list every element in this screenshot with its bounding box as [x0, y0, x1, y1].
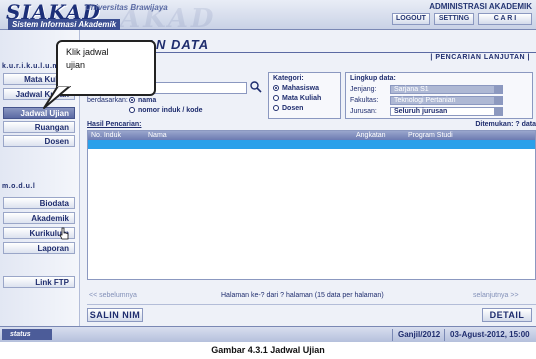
radio-nama-label: nama — [138, 97, 157, 104]
status-label: status — [2, 329, 52, 340]
jenjang-value: Sarjana S1 — [394, 86, 429, 93]
sidebar-item-ruangan[interactable]: Ruangan — [3, 121, 75, 133]
search-by-label: berdasarkan: — [87, 97, 128, 104]
logo-subtitle: Sistem Informasi Akademik — [8, 19, 121, 30]
kategori-box: Kategori: Mahasiswa Mata Kuliah Dosen — [268, 72, 341, 119]
app-header: AKAD SIAKAD Universitas Brawijaya Sistem… — [0, 0, 536, 34]
results-count: Ditemukan: ? data — [475, 121, 536, 128]
lingkup-data-box: Lingkup data: Jenjang: Sarjana S1 Fakult… — [345, 72, 533, 119]
status-divider — [392, 329, 393, 341]
salin-nim-button[interactable]: SALIN NIM — [87, 308, 143, 322]
fakultas-select[interactable]: Teknologi Pertanian — [390, 96, 503, 105]
radio-mata-kuliah[interactable]: Mata Kuliah — [273, 95, 321, 102]
search-icon[interactable] — [249, 80, 263, 94]
sidebar-item-laporan[interactable]: Laporan — [3, 242, 75, 254]
column-no-induk[interactable]: No. Induk — [91, 132, 121, 139]
logout-button[interactable]: LOGOUT — [392, 13, 430, 25]
kategori-title: Kategori: — [273, 75, 304, 82]
callout-line-1: Klik jadwal — [66, 47, 109, 57]
cari-button[interactable]: C A R I — [478, 13, 532, 25]
chevron-down-icon — [494, 86, 502, 93]
chevron-down-icon — [494, 97, 502, 104]
fakultas-value: Teknologi Pertanian — [394, 97, 456, 104]
results-bar: Hasil Pencarian: Ditemukan: ? data — [87, 121, 536, 128]
radio-nama[interactable]: nama — [129, 97, 156, 104]
status-bar: status Ganjil/2012 03-Agust-2012, 15:00 — [0, 326, 536, 342]
fakultas-label: Fakultas: — [350, 97, 379, 104]
radio-button-off — [273, 105, 279, 111]
sidebar-item-dosen[interactable]: Dosen — [3, 135, 75, 147]
chevron-down-icon — [494, 108, 502, 115]
radio-mahasiswa[interactable]: Mahasiswa — [273, 85, 319, 92]
column-nama[interactable]: Nama — [148, 132, 167, 139]
hand-cursor-icon — [59, 227, 69, 240]
radio-dosen-label: Dosen — [282, 105, 304, 112]
radio-nomor-induk[interactable]: nomor induk / kode — [129, 107, 203, 114]
section-kurikulum: k.u.r.i.k.u.l.u.m — [2, 63, 60, 70]
status-divider — [444, 329, 445, 341]
sidebar-item-biodata[interactable]: Biodata — [3, 197, 75, 209]
siakad-window: AKAD SIAKAD Universitas Brawijaya Sistem… — [0, 0, 536, 342]
sidebar-item-akademik[interactable]: Akademik — [3, 212, 75, 224]
column-program-studi[interactable]: Program Studi — [408, 132, 453, 139]
radio-dosen[interactable]: Dosen — [273, 105, 303, 112]
jurusan-value: Seluruh jurusan — [394, 108, 448, 115]
radio-mata-kuliah-label: Mata Kuliah — [282, 95, 322, 102]
table-row[interactable] — [88, 140, 535, 149]
radio-mahasiswa-label: Mahasiswa — [282, 85, 319, 92]
advanced-search-link[interactable]: | PENCARIAN LANJUTAN | — [430, 54, 530, 61]
figure-caption: Gambar 4.3.1 Jadwal Ujian — [211, 345, 325, 355]
next-page-link[interactable]: selanjutnya >> — [473, 292, 519, 299]
radio-button-off — [129, 107, 135, 113]
status-date: 03-Agust-2012, 15:00 — [450, 330, 530, 339]
callout-line-2: ujian — [66, 60, 86, 70]
link-ftp-button[interactable]: Link FTP — [3, 276, 75, 288]
page-info: Halaman ke-? dari ? halaman (15 data per… — [221, 292, 384, 299]
table-header: No. Induk Nama Angkatan Program Studi — [88, 131, 535, 140]
app-title: ADMINISTRASI AKADEMIK — [429, 2, 532, 11]
callout-pointer — [43, 86, 71, 109]
previous-page-link[interactable]: << sebelumnya — [89, 292, 137, 299]
results-table: No. Induk Nama Angkatan Program Studi — [87, 130, 536, 280]
detail-button[interactable]: DETAIL — [482, 308, 532, 322]
column-angkatan[interactable]: Angkatan — [356, 132, 386, 139]
lingkup-title: Lingkup data: — [350, 75, 396, 82]
jenjang-select[interactable]: Sarjana S1 — [390, 85, 503, 94]
jenjang-label: Jenjang: — [350, 86, 377, 93]
bottom-divider — [87, 304, 536, 305]
section-modul: m.o.d.u.l — [2, 183, 36, 190]
radio-button-on — [273, 85, 279, 91]
radio-button-off — [273, 95, 279, 101]
setting-button[interactable]: SETTING — [434, 13, 474, 25]
jurusan-select[interactable]: Seluruh jurusan — [390, 107, 503, 116]
university-name: Universitas Brawijaya — [85, 3, 168, 12]
status-term: Ganjil/2012 — [398, 330, 441, 339]
results-label: Hasil Pencarian: — [87, 121, 142, 128]
jurusan-label: Jurusan: — [350, 108, 377, 115]
radio-button-on — [129, 97, 135, 103]
radio-nomor-induk-label: nomor induk / kode — [138, 107, 203, 114]
